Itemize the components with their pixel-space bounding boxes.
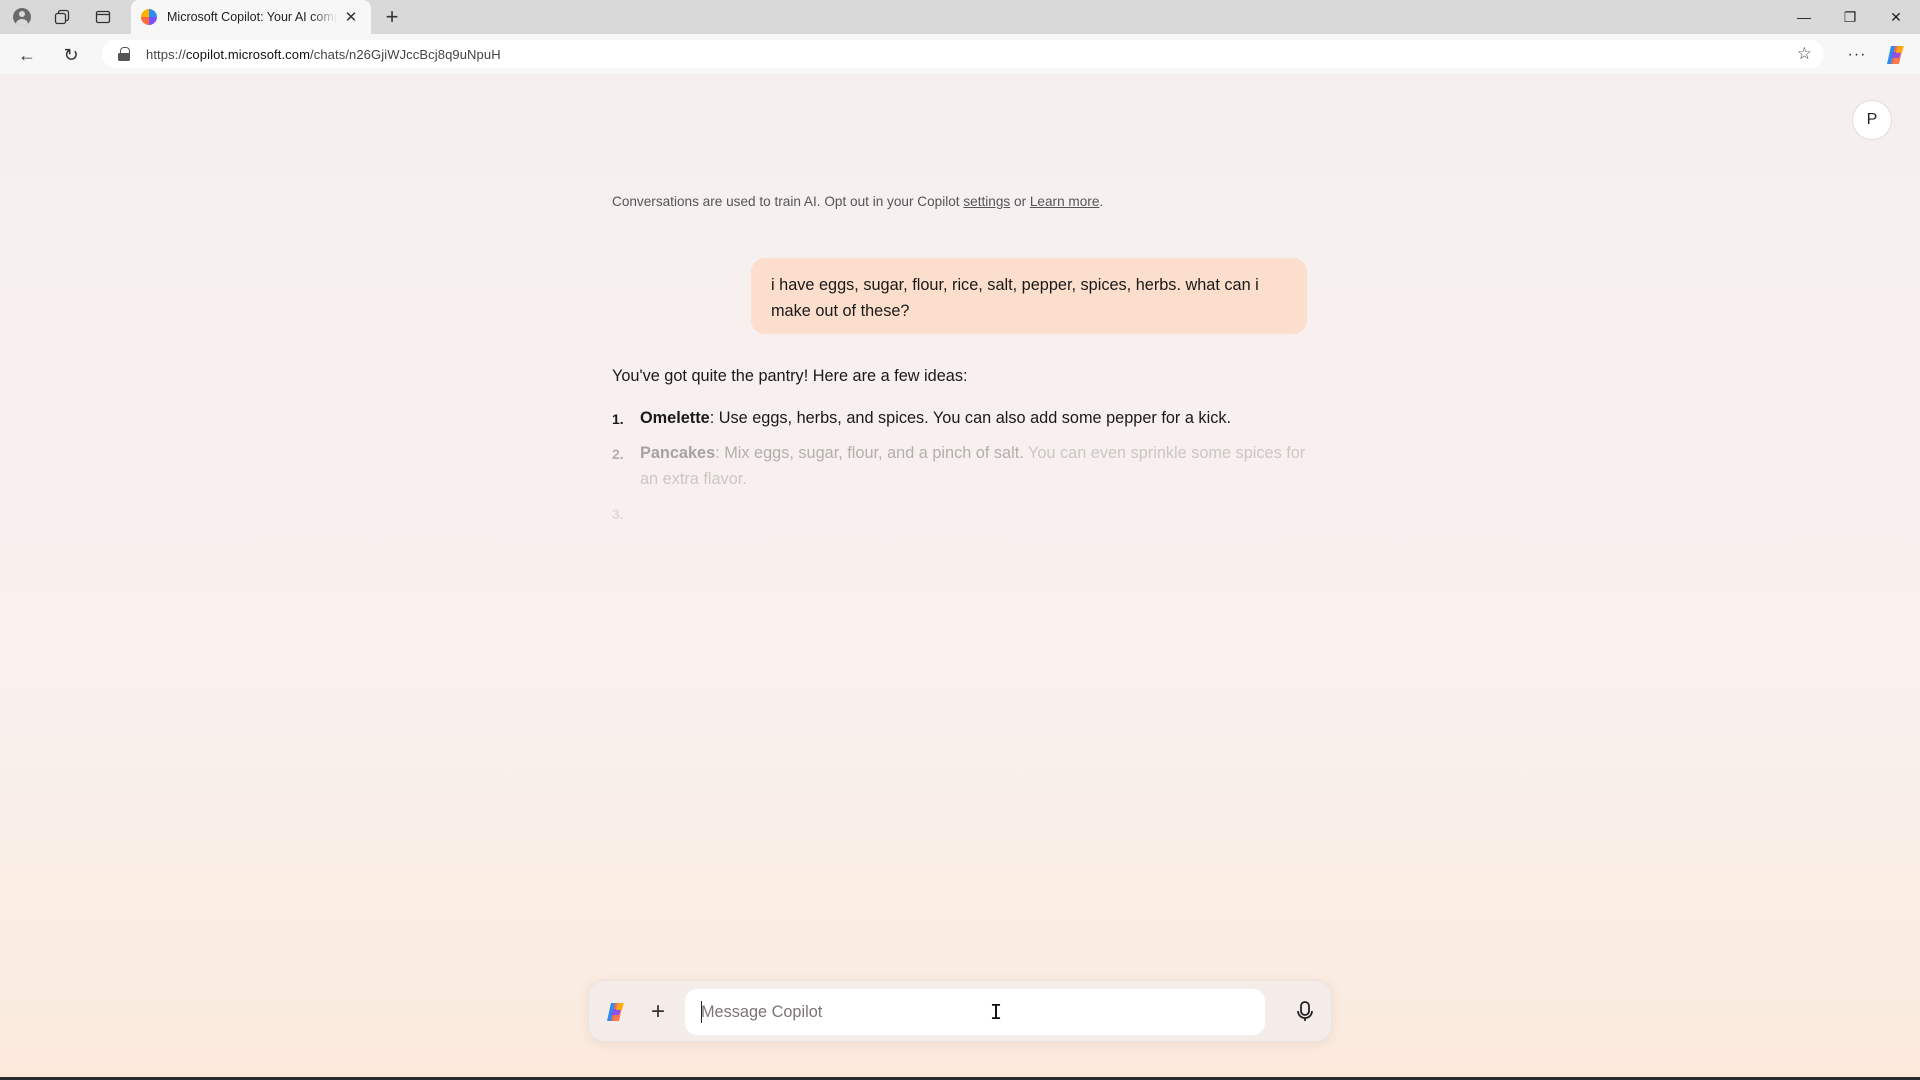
user-message-bubble: i have eggs, sugar, flour, rice, salt, p…: [751, 258, 1307, 334]
tab-copilot[interactable]: Microsoft Copilot: Your AI compa ✕: [131, 0, 371, 34]
microphone-icon[interactable]: [1289, 996, 1321, 1028]
copilot-logo-icon[interactable]: [603, 999, 629, 1025]
list-item: 2. Pancakes: Mix eggs, sugar, flour, and…: [612, 444, 1306, 488]
lock-icon[interactable]: [118, 47, 130, 61]
message-composer: +: [588, 980, 1332, 1042]
address-bar[interactable]: https://copilot.microsoft.com/chats/n26G…: [102, 40, 1824, 68]
close-window-button[interactable]: ✕: [1873, 0, 1919, 34]
user-avatar[interactable]: P: [1852, 100, 1892, 140]
assistant-answer-list: 1. Omelette: Use eggs, herbs, and spices…: [612, 405, 1312, 535]
favorite-star-icon[interactable]: ☆: [1797, 44, 1812, 64]
mouse-cursor-icon: I: [990, 1000, 1003, 1024]
copilot-favicon-icon: [141, 9, 157, 25]
more-options-button[interactable]: ···: [1842, 40, 1872, 70]
browser-toolbar: ← ↻ https://copilot.microsoft.com/chats/…: [0, 34, 1920, 74]
back-button[interactable]: ←: [12, 40, 42, 70]
settings-link[interactable]: settings: [963, 194, 1010, 209]
reload-button[interactable]: ↻: [56, 40, 86, 70]
workspaces-icon[interactable]: [48, 3, 76, 31]
assistant-intro: You've got quite the pantry! Here are a …: [612, 367, 968, 385]
list-item: 1. Omelette: Use eggs, herbs, and spices…: [612, 409, 1231, 427]
tab-close-icon[interactable]: ✕: [341, 7, 361, 27]
url-text[interactable]: https://copilot.microsoft.com/chats/n26G…: [146, 47, 501, 62]
copilot-sidebar-icon[interactable]: [1884, 43, 1908, 67]
text-caret: [701, 1001, 702, 1023]
profile-icon[interactable]: [8, 3, 36, 31]
browser-tab-bar: Microsoft Copilot: Your AI compa ✕ + — ❐…: [0, 0, 1920, 34]
vertical-tabs-icon[interactable]: [89, 3, 117, 31]
minimize-button[interactable]: —: [1781, 0, 1827, 34]
copilot-page: [0, 74, 1920, 1077]
add-attachment-button[interactable]: +: [643, 997, 673, 1027]
restore-button[interactable]: ❐: [1827, 0, 1873, 34]
learn-more-link[interactable]: Learn more: [1030, 194, 1100, 209]
tab-title: Microsoft Copilot: Your AI compa: [167, 10, 337, 24]
message-input[interactable]: [685, 989, 1265, 1035]
list-item: 3.: [612, 506, 624, 522]
training-notice: Conversations are used to train AI. Opt …: [612, 194, 1104, 209]
new-tab-button[interactable]: +: [378, 3, 406, 31]
